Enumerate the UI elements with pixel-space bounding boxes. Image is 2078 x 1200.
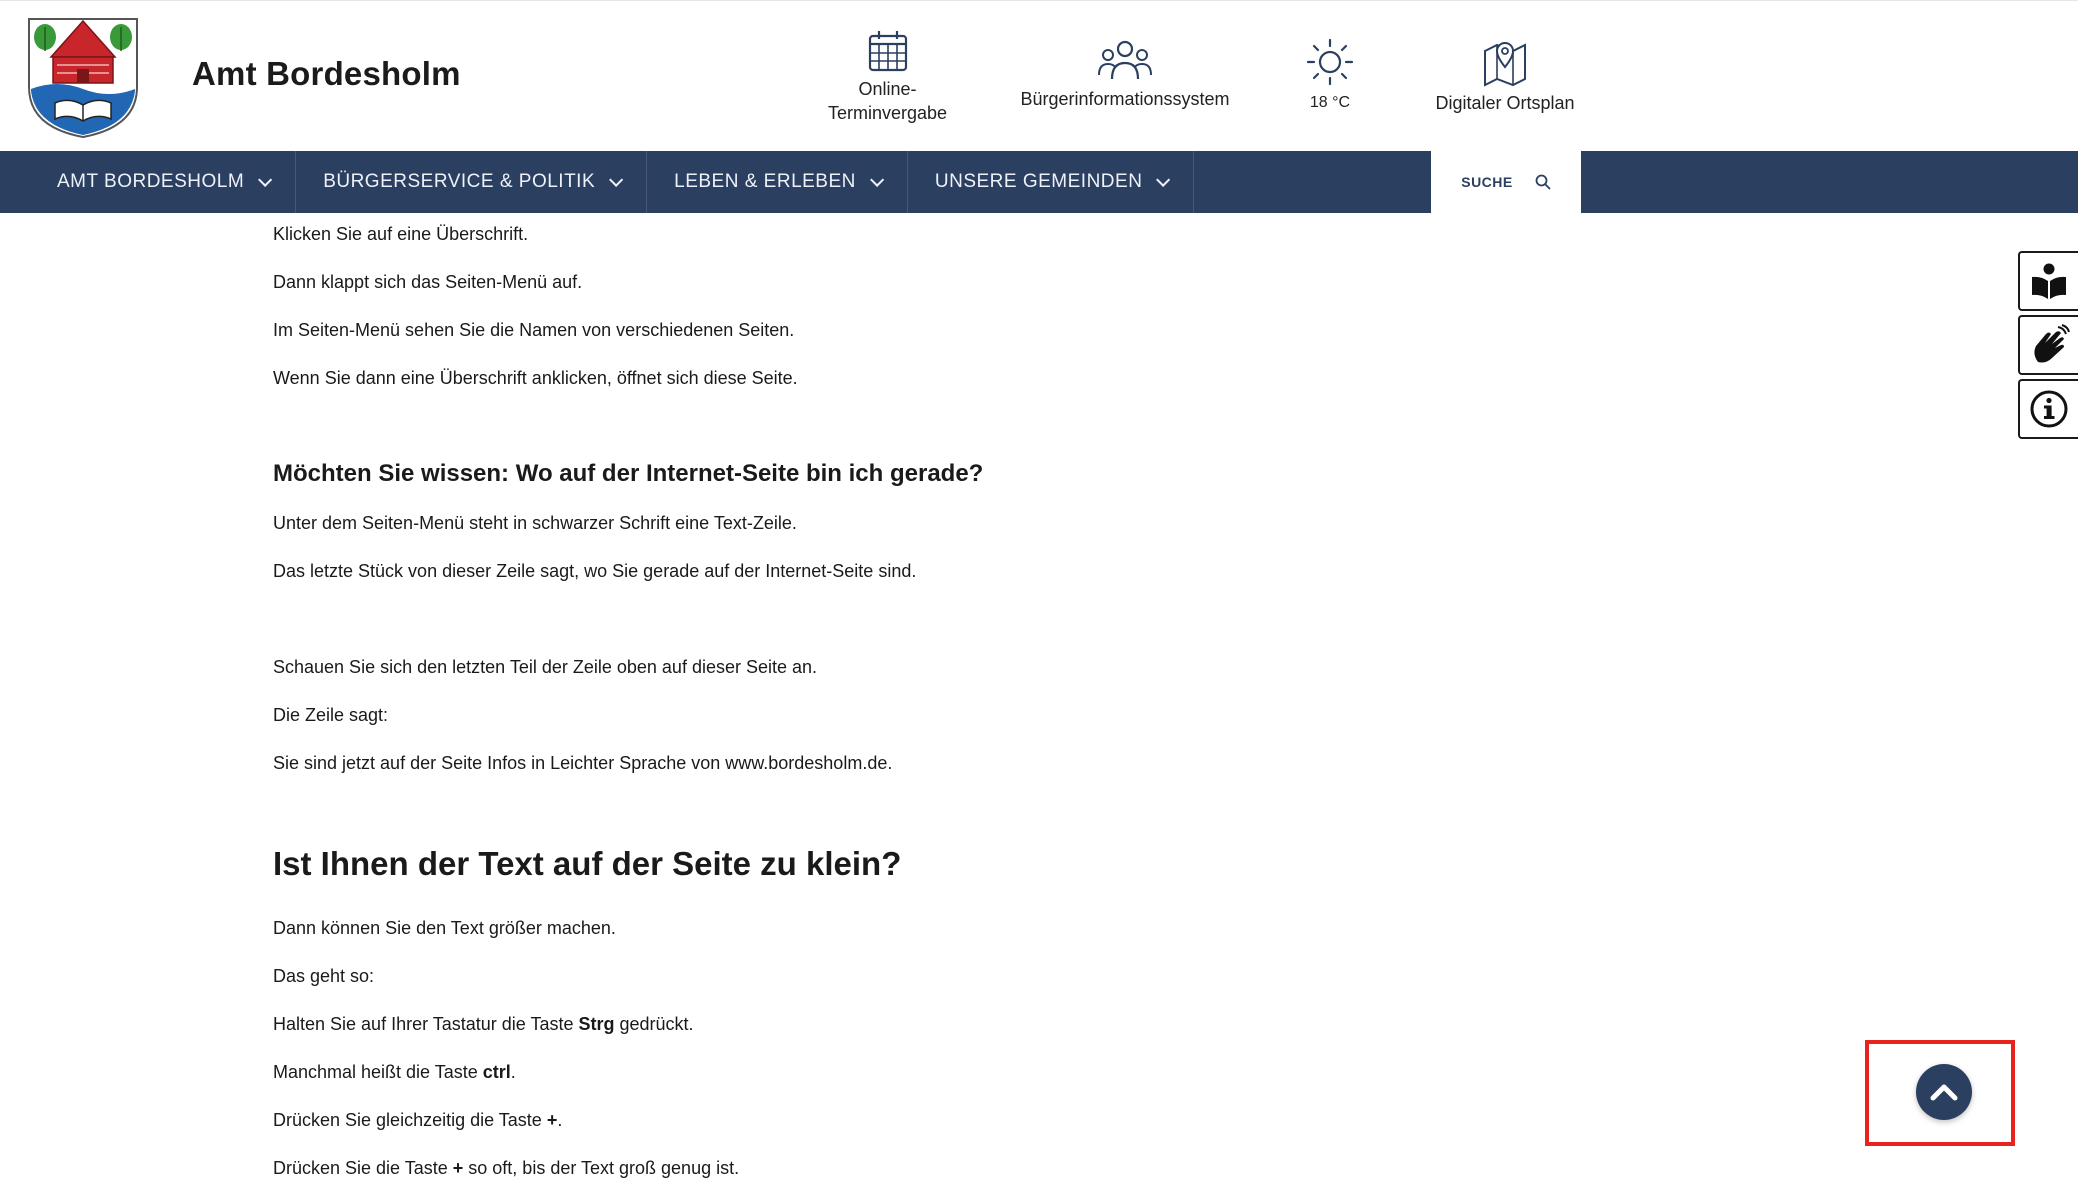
nav-item-leben-erleben[interactable]: LEBEN & ERLEBEN bbox=[647, 151, 908, 213]
chevron-down-icon bbox=[1156, 172, 1171, 187]
info-button[interactable] bbox=[2018, 379, 2078, 439]
site-title[interactable]: Amt Bordesholm bbox=[192, 55, 461, 93]
key-name: ctrl bbox=[482, 1062, 511, 1082]
paragraph: Halten Sie auf Ihrer Tastatur die Taste … bbox=[273, 1014, 694, 1035]
easy-language-button[interactable] bbox=[2018, 251, 2078, 311]
paragraph: Das letzte Stück von dieser Zeile sagt, … bbox=[273, 561, 917, 581]
digital-map-link[interactable]: Digitaler Ortsplan bbox=[1420, 37, 1590, 115]
paragraph: Manchmal heißt die Taste ctrl. bbox=[273, 1062, 516, 1083]
heading-where-am-i: Möchten Sie wissen: Wo auf der Internet-… bbox=[273, 460, 984, 487]
sign-language-icon bbox=[2034, 324, 2070, 363]
online-appointment-link[interactable]: Online- Terminvergabe bbox=[810, 29, 965, 125]
back-to-top-button[interactable] bbox=[1916, 1064, 1972, 1120]
paragraph: Drücken Sie gleichzeitig die Taste +. bbox=[273, 1110, 562, 1131]
nav-item-unsere-gemeinden[interactable]: UNSERE GEMEINDEN bbox=[908, 151, 1195, 213]
chevron-down-icon bbox=[258, 172, 273, 187]
nav-item-label: AMT BORDESHOLM bbox=[57, 171, 245, 192]
paragraph: Drücken Sie die Taste + so oft, bis der … bbox=[273, 1158, 739, 1179]
text: Drücken Sie gleichzeitig die Taste bbox=[273, 1110, 547, 1130]
search-button[interactable]: SUCHE bbox=[1431, 151, 1581, 213]
citizen-info-system-link[interactable]: Bürgerinformationssystem bbox=[1005, 37, 1245, 111]
sign-language-button[interactable] bbox=[2018, 315, 2078, 375]
paragraph: Im Seiten-Menü sehen Sie die Namen von v… bbox=[273, 320, 795, 340]
map-pin-icon bbox=[1484, 42, 1526, 87]
weather-widget[interactable]: 18 °C bbox=[1295, 37, 1365, 115]
text: Manchmal heißt die Taste bbox=[273, 1062, 483, 1082]
text: . bbox=[510, 1062, 516, 1082]
online-appointment-label-1: Online- bbox=[858, 79, 917, 99]
people-icon bbox=[1098, 40, 1152, 80]
key-name: Strg bbox=[578, 1014, 615, 1034]
nav-item-label: UNSERE GEMEINDEN bbox=[934, 171, 1143, 192]
info-icon bbox=[2030, 390, 2068, 428]
temperature-label: 18 °C bbox=[1309, 94, 1351, 111]
chevron-down-icon bbox=[609, 172, 624, 187]
text: Drücken Sie die Taste bbox=[273, 1158, 453, 1178]
text: Halten Sie auf Ihrer Tastatur die Taste bbox=[273, 1014, 579, 1034]
paragraph: Sie sind jetzt auf der Seite Infos in Le… bbox=[273, 753, 893, 773]
site-header: Amt Bordesholm Online- Terminvergabe Bür… bbox=[0, 0, 2078, 150]
search-label: SUCHE bbox=[1461, 174, 1513, 190]
nav-item-amt-bordesholm[interactable]: AMT BORDESHOLM bbox=[30, 151, 297, 213]
main-navigation: AMT BORDESHOLM BÜRGERSERVICE & POLITIK L… bbox=[0, 151, 2078, 213]
nav-item-buergerservice-politik[interactable]: BÜRGERSERVICE & POLITIK bbox=[296, 151, 648, 213]
online-appointment-label-2: Terminvergabe bbox=[827, 103, 948, 123]
paragraph: Wenn Sie dann eine Überschrift anklicken… bbox=[273, 368, 798, 388]
key-name: + bbox=[546, 1110, 558, 1130]
text: . bbox=[557, 1110, 563, 1130]
text: so oft, bis der Text groß genug ist. bbox=[463, 1158, 740, 1178]
paragraph: Dann können Sie den Text größer machen. bbox=[273, 918, 616, 938]
paragraph: Klicken Sie auf eine Überschrift. bbox=[273, 224, 529, 244]
digital-map-label: Digitaler Ortsplan bbox=[1435, 93, 1575, 113]
paragraph: Schauen Sie sich den letzten Teil der Ze… bbox=[273, 657, 818, 677]
coat-of-arms-icon[interactable] bbox=[27, 17, 139, 139]
paragraph: Dann klappt sich das Seiten-Menü auf. bbox=[273, 272, 583, 292]
heading-text-too-small: Ist Ihnen der Text auf der Seite zu klei… bbox=[273, 845, 902, 882]
calendar-icon bbox=[868, 31, 907, 72]
chevron-up-icon bbox=[1930, 1084, 1958, 1101]
key-name: + bbox=[452, 1158, 464, 1178]
paragraph: Die Zeile sagt: bbox=[273, 705, 389, 725]
paragraph: Das geht so: bbox=[273, 966, 375, 986]
text: gedrückt. bbox=[614, 1014, 694, 1034]
search-icon bbox=[1535, 174, 1551, 190]
nav-item-label: LEBEN & ERLEBEN bbox=[674, 171, 856, 192]
chevron-down-icon bbox=[869, 172, 885, 187]
sun-icon bbox=[1306, 38, 1354, 86]
paragraph: Unter dem Seiten-Menü steht in schwarzer… bbox=[273, 513, 797, 533]
easy-language-icon bbox=[2032, 263, 2066, 299]
nav-item-label: BÜRGERSERVICE & POLITIK bbox=[323, 171, 596, 192]
citizen-info-system-label: Bürgerinformationssystem bbox=[1020, 89, 1230, 109]
